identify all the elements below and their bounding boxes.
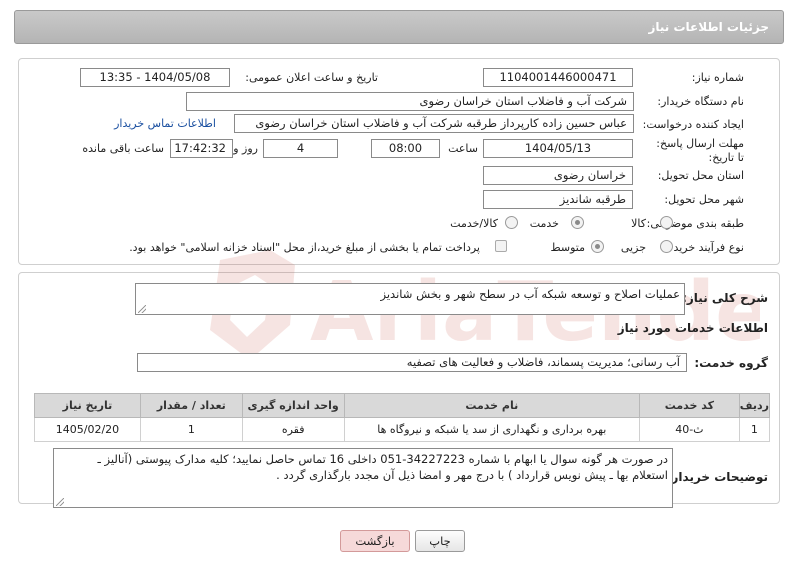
days-label: روز و bbox=[233, 142, 258, 155]
announce-datetime-field[interactable]: 1404/05/08 - 13:35 bbox=[80, 68, 230, 87]
treasury-note: پرداخت تمام یا بخشی از مبلغ خرید،از محل … bbox=[129, 241, 480, 254]
category-radio-goods-service[interactable] bbox=[505, 216, 518, 229]
col-service-code: کد خدمت bbox=[638, 393, 740, 418]
time-remaining-label: ساعت باقی مانده bbox=[82, 142, 164, 155]
category-radio-service[interactable] bbox=[571, 216, 584, 229]
summary-label: شرح کلی نیاز: bbox=[682, 291, 768, 305]
deadline-time-field[interactable]: 08:00 bbox=[371, 139, 440, 158]
province-field[interactable]: خراسان رضوی bbox=[483, 166, 633, 185]
creator-field[interactable]: عباس حسین زاده کارپرداز طرقبه شرکت آب و … bbox=[234, 114, 634, 133]
process-radio-minor[interactable] bbox=[660, 240, 673, 253]
deadline-label: مهلت ارسال پاسخ: تا تاریخ: bbox=[656, 137, 744, 164]
days-remaining-field[interactable]: 4 bbox=[263, 139, 338, 158]
process-label: نوع فرآیند خرید : bbox=[666, 241, 744, 254]
announce-label: تاریخ و ساعت اعلان عمومی: bbox=[245, 71, 378, 84]
buyer-notes-label: توضیحات خریدار: bbox=[666, 470, 768, 484]
summary-textarea[interactable]: عملیات اصلاح و توسعه شبکه آب در سطح شهر … bbox=[135, 283, 685, 315]
buyer-notes-line-2: استعلام بها ـ پیش نویس قرارداد ) با درج … bbox=[276, 468, 668, 482]
category-option-goods-service: کالا/خدمت bbox=[450, 217, 498, 230]
process-option-minor: جزیی bbox=[620, 241, 646, 254]
process-option-medium: متوسط bbox=[550, 241, 585, 254]
table-row[interactable]: 1 ث-40 بهره برداری و نگهداری از سد یا شب… bbox=[34, 417, 771, 442]
treasury-checkbox[interactable] bbox=[495, 240, 507, 252]
service-group-label: گروه خدمت: bbox=[694, 356, 768, 370]
cell-service-code: ث-40 bbox=[638, 417, 740, 442]
city-label: شهر محل تحویل: bbox=[664, 193, 744, 206]
resize-handle-icon[interactable] bbox=[56, 498, 64, 506]
summary-text: عملیات اصلاح و توسعه شبکه آب در سطح شهر … bbox=[380, 287, 680, 301]
col-need-date: تاریخ نیاز bbox=[34, 393, 141, 418]
category-option-service: خدمت bbox=[529, 217, 559, 230]
creator-label: ایجاد کننده درخواست: bbox=[642, 118, 744, 131]
city-field[interactable]: طرقبه شاندیز bbox=[483, 190, 633, 209]
need-number-field[interactable]: 1104001446000471 bbox=[483, 68, 633, 87]
buyer-notes-line-1: در صورت هر گونه سوال یا ابهام با شماره 3… bbox=[97, 452, 669, 466]
cell-unit: فقره bbox=[241, 417, 345, 442]
cell-service-name: بهره برداری و نگهداری از سد یا شبکه و نی… bbox=[343, 417, 640, 442]
col-row-number: ردیف bbox=[738, 393, 771, 418]
services-table: ردیف کد خدمت نام خدمت واحد اندازه گیری ت… bbox=[34, 393, 771, 442]
category-radio-goods[interactable] bbox=[660, 216, 673, 229]
page-header: جزئیات اطلاعات نیاز bbox=[14, 10, 784, 44]
deadline-time-label: ساعت bbox=[448, 142, 478, 155]
services-section-title: اطلاعات خدمات مورد نیاز bbox=[617, 321, 768, 335]
buyer-field[interactable]: شرکت آب و فاضلاب استان خراسان رضوی bbox=[186, 92, 634, 111]
cell-row-number: 1 bbox=[738, 417, 771, 442]
table-header-row: ردیف کد خدمت نام خدمت واحد اندازه گیری ت… bbox=[34, 393, 771, 418]
category-option-goods: کالا bbox=[631, 217, 646, 230]
col-quantity: تعداد / مقدار bbox=[139, 393, 243, 418]
buyer-contact-link[interactable]: اطلاعات تماس خریدار bbox=[114, 117, 216, 130]
need-number-label: شماره نیاز: bbox=[691, 71, 744, 84]
time-remaining-field[interactable]: 17:42:32 bbox=[170, 139, 233, 158]
print-button[interactable]: چاپ bbox=[415, 530, 465, 552]
page-title: جزئیات اطلاعات نیاز bbox=[648, 20, 769, 34]
back-button[interactable]: بازگشت bbox=[340, 530, 410, 552]
province-label: استان محل تحویل: bbox=[657, 169, 744, 182]
col-service-name: نام خدمت bbox=[343, 393, 640, 418]
buyer-label: نام دستگاه خریدار: bbox=[657, 95, 744, 108]
col-unit: واحد اندازه گیری bbox=[241, 393, 345, 418]
resize-handle-icon[interactable] bbox=[138, 305, 146, 313]
deadline-date-field[interactable]: 1404/05/13 bbox=[483, 139, 633, 158]
service-group-field[interactable]: آب رسانی؛ مدیریت پسماند، فاضلاب و فعالیت… bbox=[137, 353, 687, 372]
cell-quantity: 1 bbox=[139, 417, 243, 442]
cell-need-date: 1405/02/20 bbox=[34, 417, 141, 442]
buyer-notes-textarea[interactable]: در صورت هر گونه سوال یا ابهام با شماره 3… bbox=[53, 448, 673, 508]
process-radio-medium[interactable] bbox=[591, 240, 604, 253]
